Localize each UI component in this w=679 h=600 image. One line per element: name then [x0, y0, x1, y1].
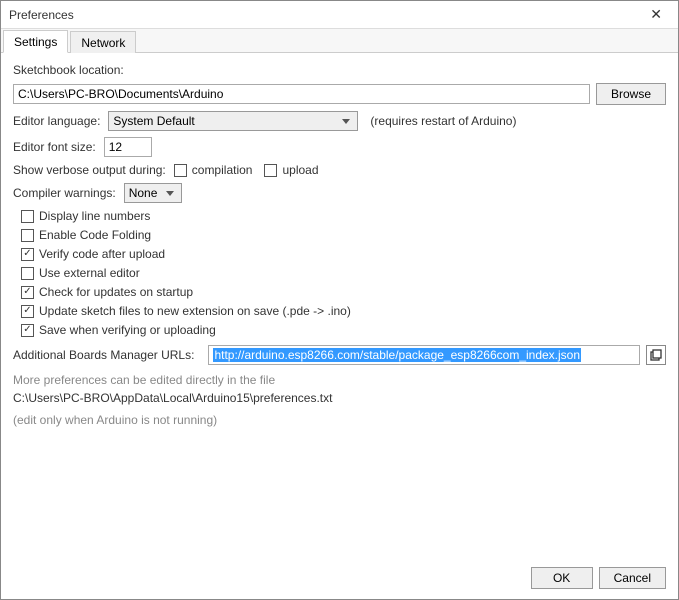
- titlebar: Preferences ✕: [1, 1, 678, 29]
- option-checkbox[interactable]: [21, 286, 34, 299]
- option-checkbox[interactable]: [21, 248, 34, 261]
- compilation-label: compilation: [192, 163, 253, 177]
- sketchbook-label: Sketchbook location:: [13, 63, 124, 77]
- option-label: Update sketch files to new extension on …: [39, 304, 351, 318]
- fontsize-label: Editor font size:: [13, 140, 96, 154]
- sketchbook-input[interactable]: [13, 84, 590, 104]
- language-label: Editor language:: [13, 114, 100, 128]
- fontsize-input[interactable]: [104, 137, 152, 157]
- option-checkbox[interactable]: [21, 267, 34, 280]
- footer-path: C:\Users\PC-BRO\AppData\Local\Arduino15\…: [13, 391, 666, 405]
- upload-checkbox[interactable]: [264, 164, 277, 177]
- option-label: Check for updates on startup: [39, 285, 193, 299]
- urls-expand-icon[interactable]: [646, 345, 666, 365]
- options-list: Display line numbers Enable Code Folding V…: [21, 209, 666, 337]
- compilation-checkbox[interactable]: [174, 164, 187, 177]
- verbose-label: Show verbose output during:: [13, 163, 166, 177]
- warnings-label: Compiler warnings:: [13, 186, 116, 200]
- option-label: Verify code after upload: [39, 247, 165, 261]
- urls-label: Additional Boards Manager URLs:: [13, 348, 194, 362]
- language-select[interactable]: System Default: [108, 111, 358, 131]
- upload-label: upload: [282, 163, 318, 177]
- option-label: Save when verifying or uploading: [39, 323, 216, 337]
- option-label: Display line numbers: [39, 209, 150, 223]
- tabs: Settings Network: [1, 29, 678, 53]
- urls-input[interactable]: http://arduino.esp8266.com/stable/packag…: [208, 345, 640, 365]
- footer-note2: (edit only when Arduino is not running): [13, 413, 666, 427]
- cancel-button[interactable]: Cancel: [599, 567, 666, 589]
- close-icon[interactable]: ✕: [642, 2, 670, 27]
- browse-button[interactable]: Browse: [596, 83, 666, 105]
- option-label: Enable Code Folding: [39, 228, 151, 242]
- option-label: Use external editor: [39, 266, 140, 280]
- option-checkbox[interactable]: [21, 324, 34, 337]
- tab-network[interactable]: Network: [70, 31, 136, 53]
- option-checkbox[interactable]: [21, 229, 34, 242]
- language-hint: (requires restart of Arduino): [370, 114, 516, 128]
- option-checkbox[interactable]: [21, 210, 34, 223]
- warnings-select[interactable]: None: [124, 183, 182, 203]
- settings-panel: Sketchbook location: Browse Editor langu…: [1, 53, 678, 437]
- tab-settings[interactable]: Settings: [3, 30, 68, 53]
- footer-note1: More preferences can be edited directly …: [13, 373, 666, 387]
- ok-button[interactable]: OK: [531, 567, 593, 589]
- window-title: Preferences: [9, 8, 642, 22]
- dialog-buttons: OK Cancel: [531, 567, 666, 589]
- option-checkbox[interactable]: [21, 305, 34, 318]
